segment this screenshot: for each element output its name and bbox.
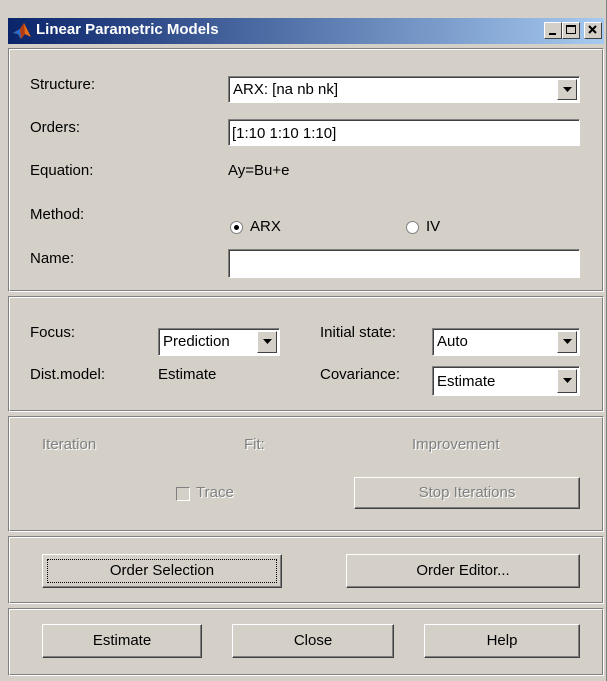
dialog-body: Structure: ARX: [na nb nk] Orders: [1:10…	[8, 44, 604, 681]
focus-dropdown-arrow[interactable]	[257, 331, 277, 353]
iteration-panel	[8, 416, 604, 532]
chevron-down-icon	[563, 378, 572, 383]
structure-dropdown-arrow[interactable]	[557, 79, 577, 100]
order-selection-button[interactable]: Order Selection	[42, 554, 282, 588]
structure-value: ARX: [na nb nk]	[233, 81, 339, 98]
minimize-icon	[549, 33, 556, 35]
iteration-label: Iteration	[42, 436, 97, 453]
covariance-value: Estimate	[437, 373, 496, 390]
covariance-dropdown[interactable]: Estimate	[432, 366, 580, 396]
name-input[interactable]	[228, 249, 580, 278]
initial-state-label: Initial state:	[320, 324, 396, 341]
focus-label: Focus:	[30, 324, 76, 341]
window-title: Linear Parametric Models	[36, 21, 219, 38]
orders-label: Orders:	[30, 119, 81, 136]
chevron-down-icon	[563, 339, 572, 344]
name-label: Name:	[30, 250, 75, 267]
order-editor-label: Order Editor...	[416, 562, 510, 579]
minimize-button[interactable]	[544, 22, 562, 39]
close-label: Close	[293, 632, 333, 649]
method-arx-radio[interactable]	[230, 221, 243, 234]
equation-label: Equation:	[30, 162, 94, 179]
maximize-icon	[566, 25, 576, 34]
dist-model-label: Dist.model:	[30, 366, 106, 383]
improvement-label: Improvement	[412, 436, 500, 453]
focus-dropdown[interactable]: Prediction	[158, 328, 280, 356]
structure-label: Structure:	[30, 76, 96, 93]
linear-parametric-models-window: Linear Parametric Models Structure: ARX:…	[0, 0, 607, 681]
method-arx-label[interactable]: ARX	[250, 218, 281, 235]
trace-label[interactable]: Trace	[196, 484, 234, 501]
estimate-button[interactable]: Estimate	[42, 624, 202, 658]
radio-selected-dot	[234, 225, 239, 230]
orders-input[interactable]: [1:10 1:10 1:10]	[228, 119, 580, 146]
dist-model-value: Estimate	[158, 366, 217, 383]
help-label: Help	[486, 632, 518, 649]
focus-value: Prediction	[163, 333, 230, 350]
equation-value: Ay=Bu+e	[228, 162, 290, 179]
chevron-down-icon	[563, 86, 572, 92]
focus-ring	[47, 559, 277, 583]
fit-label: Fit:	[244, 436, 265, 453]
trace-checkbox[interactable]	[176, 487, 190, 501]
matlab-logo-icon	[13, 23, 31, 39]
method-label: Method:	[30, 206, 85, 223]
method-iv-radio[interactable]	[406, 221, 419, 234]
structure-dropdown[interactable]: ARX: [na nb nk]	[228, 76, 580, 103]
stop-iterations-label: Stop Iterations	[418, 484, 516, 501]
maximize-button[interactable]	[562, 22, 580, 39]
orders-value: [1:10 1:10 1:10]	[232, 125, 337, 142]
close-dialog-button[interactable]: Close	[232, 624, 394, 658]
estimate-label: Estimate	[92, 632, 152, 649]
covariance-dropdown-arrow[interactable]	[557, 369, 577, 393]
close-icon	[588, 25, 597, 34]
close-button[interactable]	[584, 22, 602, 39]
order-editor-button[interactable]: Order Editor...	[346, 554, 580, 588]
chevron-down-icon	[263, 339, 272, 344]
method-iv-label[interactable]: IV	[426, 218, 440, 235]
stop-iterations-button[interactable]: Stop Iterations	[354, 477, 580, 509]
initial-state-dropdown[interactable]: Auto	[432, 328, 580, 356]
covariance-label: Covariance:	[320, 366, 401, 383]
help-button[interactable]: Help	[424, 624, 580, 658]
title-bar[interactable]: Linear Parametric Models	[8, 18, 604, 44]
initial-state-value: Auto	[437, 333, 468, 350]
initial-state-dropdown-arrow[interactable]	[557, 331, 577, 353]
